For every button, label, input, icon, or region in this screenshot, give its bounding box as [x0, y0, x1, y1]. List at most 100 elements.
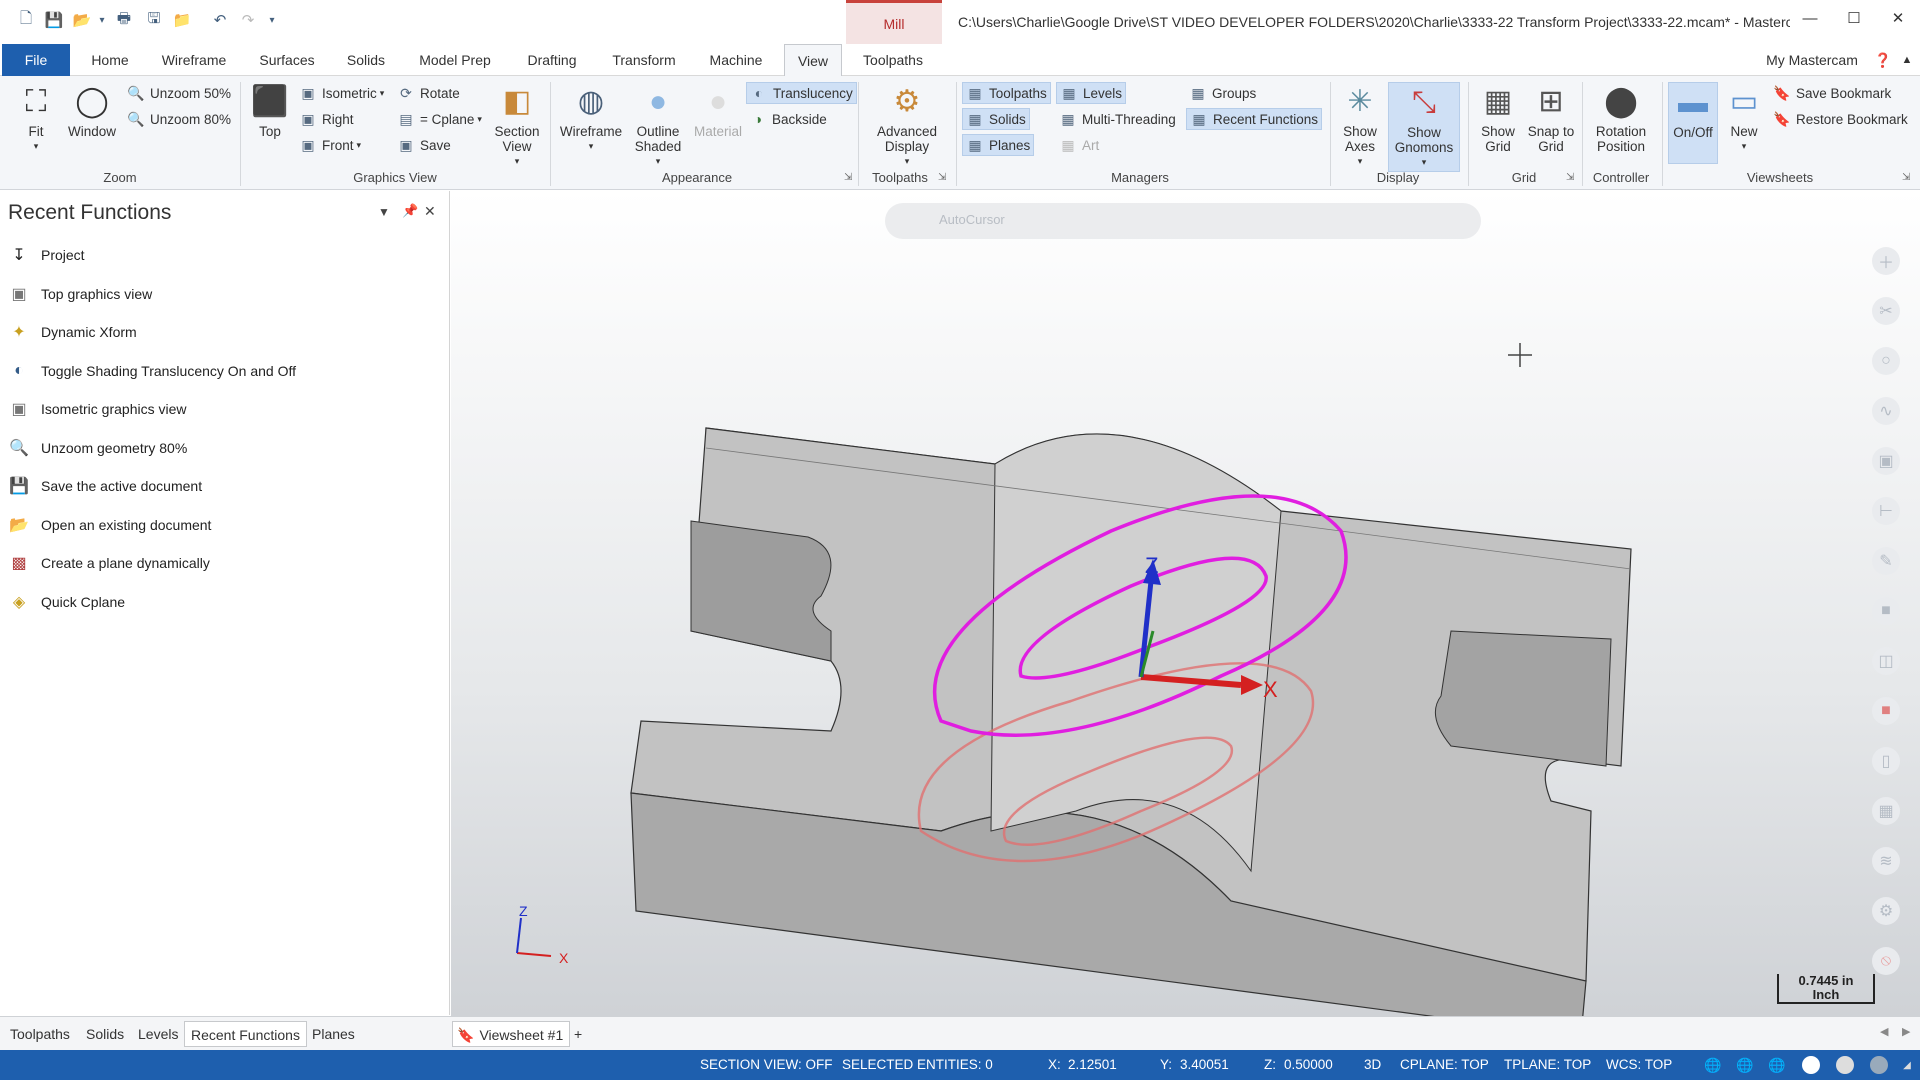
tab-toolpaths-manager[interactable]: Toolpaths [4, 1021, 76, 1047]
panel-menu-icon[interactable]: ▼ [378, 205, 390, 219]
snap-to-grid-button[interactable]: ⊞ Snap to Grid [1524, 82, 1578, 154]
layers-icon[interactable]: ◫ [1872, 647, 1900, 675]
print-icon[interactable]: 🖶 [114, 10, 134, 30]
list-item[interactable]: ◈ Quick Cplane [8, 583, 296, 622]
levels-manager-button[interactable]: ▦ Levels [1056, 82, 1127, 104]
dialog-launcher-icon[interactable]: ⇲ [1566, 172, 1574, 183]
color-icon[interactable]: ■ [1872, 697, 1900, 725]
recent-functions-manager-button[interactable]: ▦ Recent Functions [1186, 108, 1323, 130]
maximize-icon[interactable]: ☐ [1832, 0, 1876, 36]
dimension-icon[interactable]: ⊢ [1872, 497, 1900, 525]
tab-planes-manager[interactable]: Planes [306, 1021, 361, 1047]
wireframe-button[interactable]: ◍ Wireframe ▾ [556, 82, 626, 154]
list-item[interactable]: ✦ Dynamic Xform [8, 313, 296, 352]
fit-button[interactable]: ⛶ Fit ▾ [14, 82, 58, 154]
solids-manager-button[interactable]: ▦ Solids [962, 108, 1030, 130]
viewsheets-on-off-button[interactable]: ▬ On/Off [1668, 82, 1718, 164]
globe-icon[interactable]: 🌐 [1768, 1056, 1786, 1074]
tab-home[interactable]: Home [84, 44, 136, 76]
x-coord[interactable]: 2.12501 [1068, 1050, 1117, 1080]
material-button[interactable]: ● Material [690, 82, 746, 139]
redo-icon[interactable]: ↷ [238, 10, 258, 30]
tab-solids[interactable]: Solids [340, 44, 392, 76]
tab-recent-functions[interactable]: Recent Functions [184, 1021, 307, 1047]
collapse-ribbon-icon[interactable]: ▲ [1898, 44, 1916, 76]
list-item[interactable]: 🔍 Unzoom geometry 80% [8, 429, 296, 468]
tab-levels-manager[interactable]: Levels [132, 1021, 184, 1047]
translucency-button[interactable]: ◐ Translucency [746, 82, 857, 104]
help-icon[interactable]: ❓ [1872, 44, 1894, 76]
material-sphere-icon[interactable] [1836, 1056, 1854, 1074]
close-window-icon[interactable]: ✕ [1876, 0, 1920, 36]
window-zoom-button[interactable]: ◯ Window [64, 82, 120, 139]
plus-icon[interactable]: ＋ [1872, 247, 1900, 275]
tplane-status[interactable]: TPLANE: TOP [1504, 1050, 1591, 1080]
planes-manager-button[interactable]: ▦ Planes [962, 134, 1035, 156]
mode-3d[interactable]: 3D [1364, 1050, 1381, 1080]
resize-grip-icon[interactable]: ◢ [1898, 1056, 1916, 1074]
section-view-button[interactable]: ◧ Section View ▾ [488, 82, 546, 169]
curve-icon[interactable]: ∿ [1872, 397, 1900, 425]
cplane-view-button[interactable]: ▤ = Cplane ▾ [394, 108, 485, 130]
globe-icon[interactable]: 🌐 [1704, 1056, 1722, 1074]
new-viewsheet-button[interactable]: ▭ New ▾ [1722, 82, 1766, 154]
top-view-button[interactable]: ⬛ Top [248, 82, 292, 139]
dialog-launcher-icon[interactable]: ⇲ [844, 172, 852, 183]
tab-machine[interactable]: Machine [702, 44, 770, 76]
tab-model-prep[interactable]: Model Prep [410, 44, 500, 76]
art-manager-button[interactable]: ▦ Art [1056, 134, 1102, 156]
list-item[interactable]: 💾 Save the active document [8, 467, 296, 506]
tab-wireframe[interactable]: Wireframe [154, 44, 234, 76]
show-grid-button[interactable]: ▦ Show Grid [1474, 82, 1522, 154]
chevron-down-icon[interactable]: ▾ [92, 10, 112, 30]
isometric-view-button[interactable]: ▣ Isometric ▾ [296, 82, 387, 104]
list-item[interactable]: ◐ Toggle Shading Translucency On and Off [8, 352, 296, 391]
open-folder-icon[interactable]: 📂 [72, 10, 92, 30]
advanced-display-button[interactable]: ⚙ Advanced Display ▾ [866, 82, 948, 169]
dialog-launcher-icon[interactable]: ⇲ [1902, 172, 1910, 183]
merge-icon[interactable]: 📁 [172, 10, 192, 30]
save-bookmark-button[interactable]: 🔖 Save Bookmark [1770, 82, 1894, 104]
toolpaths-manager-button[interactable]: ▦ Toolpaths [962, 82, 1051, 104]
front-view-button[interactable]: ▣ Front ▾ [296, 134, 364, 156]
list-item[interactable]: 📂 Open an existing document [8, 506, 296, 545]
rotate-button[interactable]: ⟳ Rotate [394, 82, 463, 104]
minimize-icon[interactable]: — [1788, 0, 1832, 36]
globe-icon[interactable]: 🌐 [1736, 1056, 1754, 1074]
close-panel-icon[interactable]: ✕ [424, 203, 436, 220]
save-icon[interactable]: 💾 [44, 10, 64, 30]
z-coord[interactable]: 0.50000 [1284, 1050, 1333, 1080]
tab-surfaces[interactable]: Surfaces [252, 44, 322, 76]
y-coord[interactable]: 3.40051 [1180, 1050, 1229, 1080]
scroll-right-icon[interactable]: ▶ [1902, 1025, 1910, 1038]
my-mastercam-link[interactable]: My Mastercam [1762, 44, 1862, 76]
tab-drafting[interactable]: Drafting [516, 44, 588, 76]
tab-file[interactable]: File [2, 44, 70, 76]
shaded-sphere-icon[interactable] [1802, 1056, 1820, 1074]
list-item[interactable]: ▩ Create a plane dynamically [8, 544, 296, 583]
backside-button[interactable]: ◑ Backside [746, 108, 830, 130]
graphics-viewport[interactable]: AutoCursor Z X Z X ＋ ✂ ○ ∿ ▣ ⊢ ✎ ■ ◫ ■ ▯… [451, 191, 1920, 1016]
ruler-icon[interactable]: ▯ [1872, 747, 1900, 775]
dialog-launcher-icon[interactable]: ⇲ [938, 172, 946, 183]
block-icon[interactable]: ⦸ [1872, 947, 1900, 975]
mill-context-tab[interactable]: Mill [846, 0, 942, 44]
new-file-icon[interactable]: 🗋 [16, 10, 36, 30]
add-viewsheet-button[interactable]: + [568, 1021, 588, 1047]
rotation-position-button[interactable]: ⬤ Rotation Position [1588, 82, 1654, 154]
tab-solids-manager[interactable]: Solids [80, 1021, 130, 1047]
cplane-status[interactable]: CPLANE: TOP [1400, 1050, 1489, 1080]
right-view-button[interactable]: ▣ Right [296, 108, 357, 130]
scroll-left-icon[interactable]: ◀ [1880, 1025, 1888, 1038]
circle-icon[interactable]: ○ [1872, 347, 1900, 375]
section-view-status[interactable]: SECTION VIEW: OFF [700, 1050, 833, 1080]
save-as-icon[interactable]: 🖫 [144, 10, 164, 30]
show-gnomons-button[interactable]: ⤡ Show Gnomons ▾ [1388, 82, 1460, 172]
stack-icon[interactable]: ≋ [1872, 847, 1900, 875]
wcs-status[interactable]: WCS: TOP [1606, 1050, 1672, 1080]
groups-manager-button[interactable]: ▦ Groups [1186, 82, 1259, 104]
multi-threading-button[interactable]: ▦ Multi-Threading [1056, 108, 1179, 130]
tab-toolpaths[interactable]: Toolpaths [854, 44, 932, 76]
show-axes-button[interactable]: ✳ Show Axes ▾ [1336, 82, 1384, 169]
list-item[interactable]: ▣ Isometric graphics view [8, 390, 296, 429]
